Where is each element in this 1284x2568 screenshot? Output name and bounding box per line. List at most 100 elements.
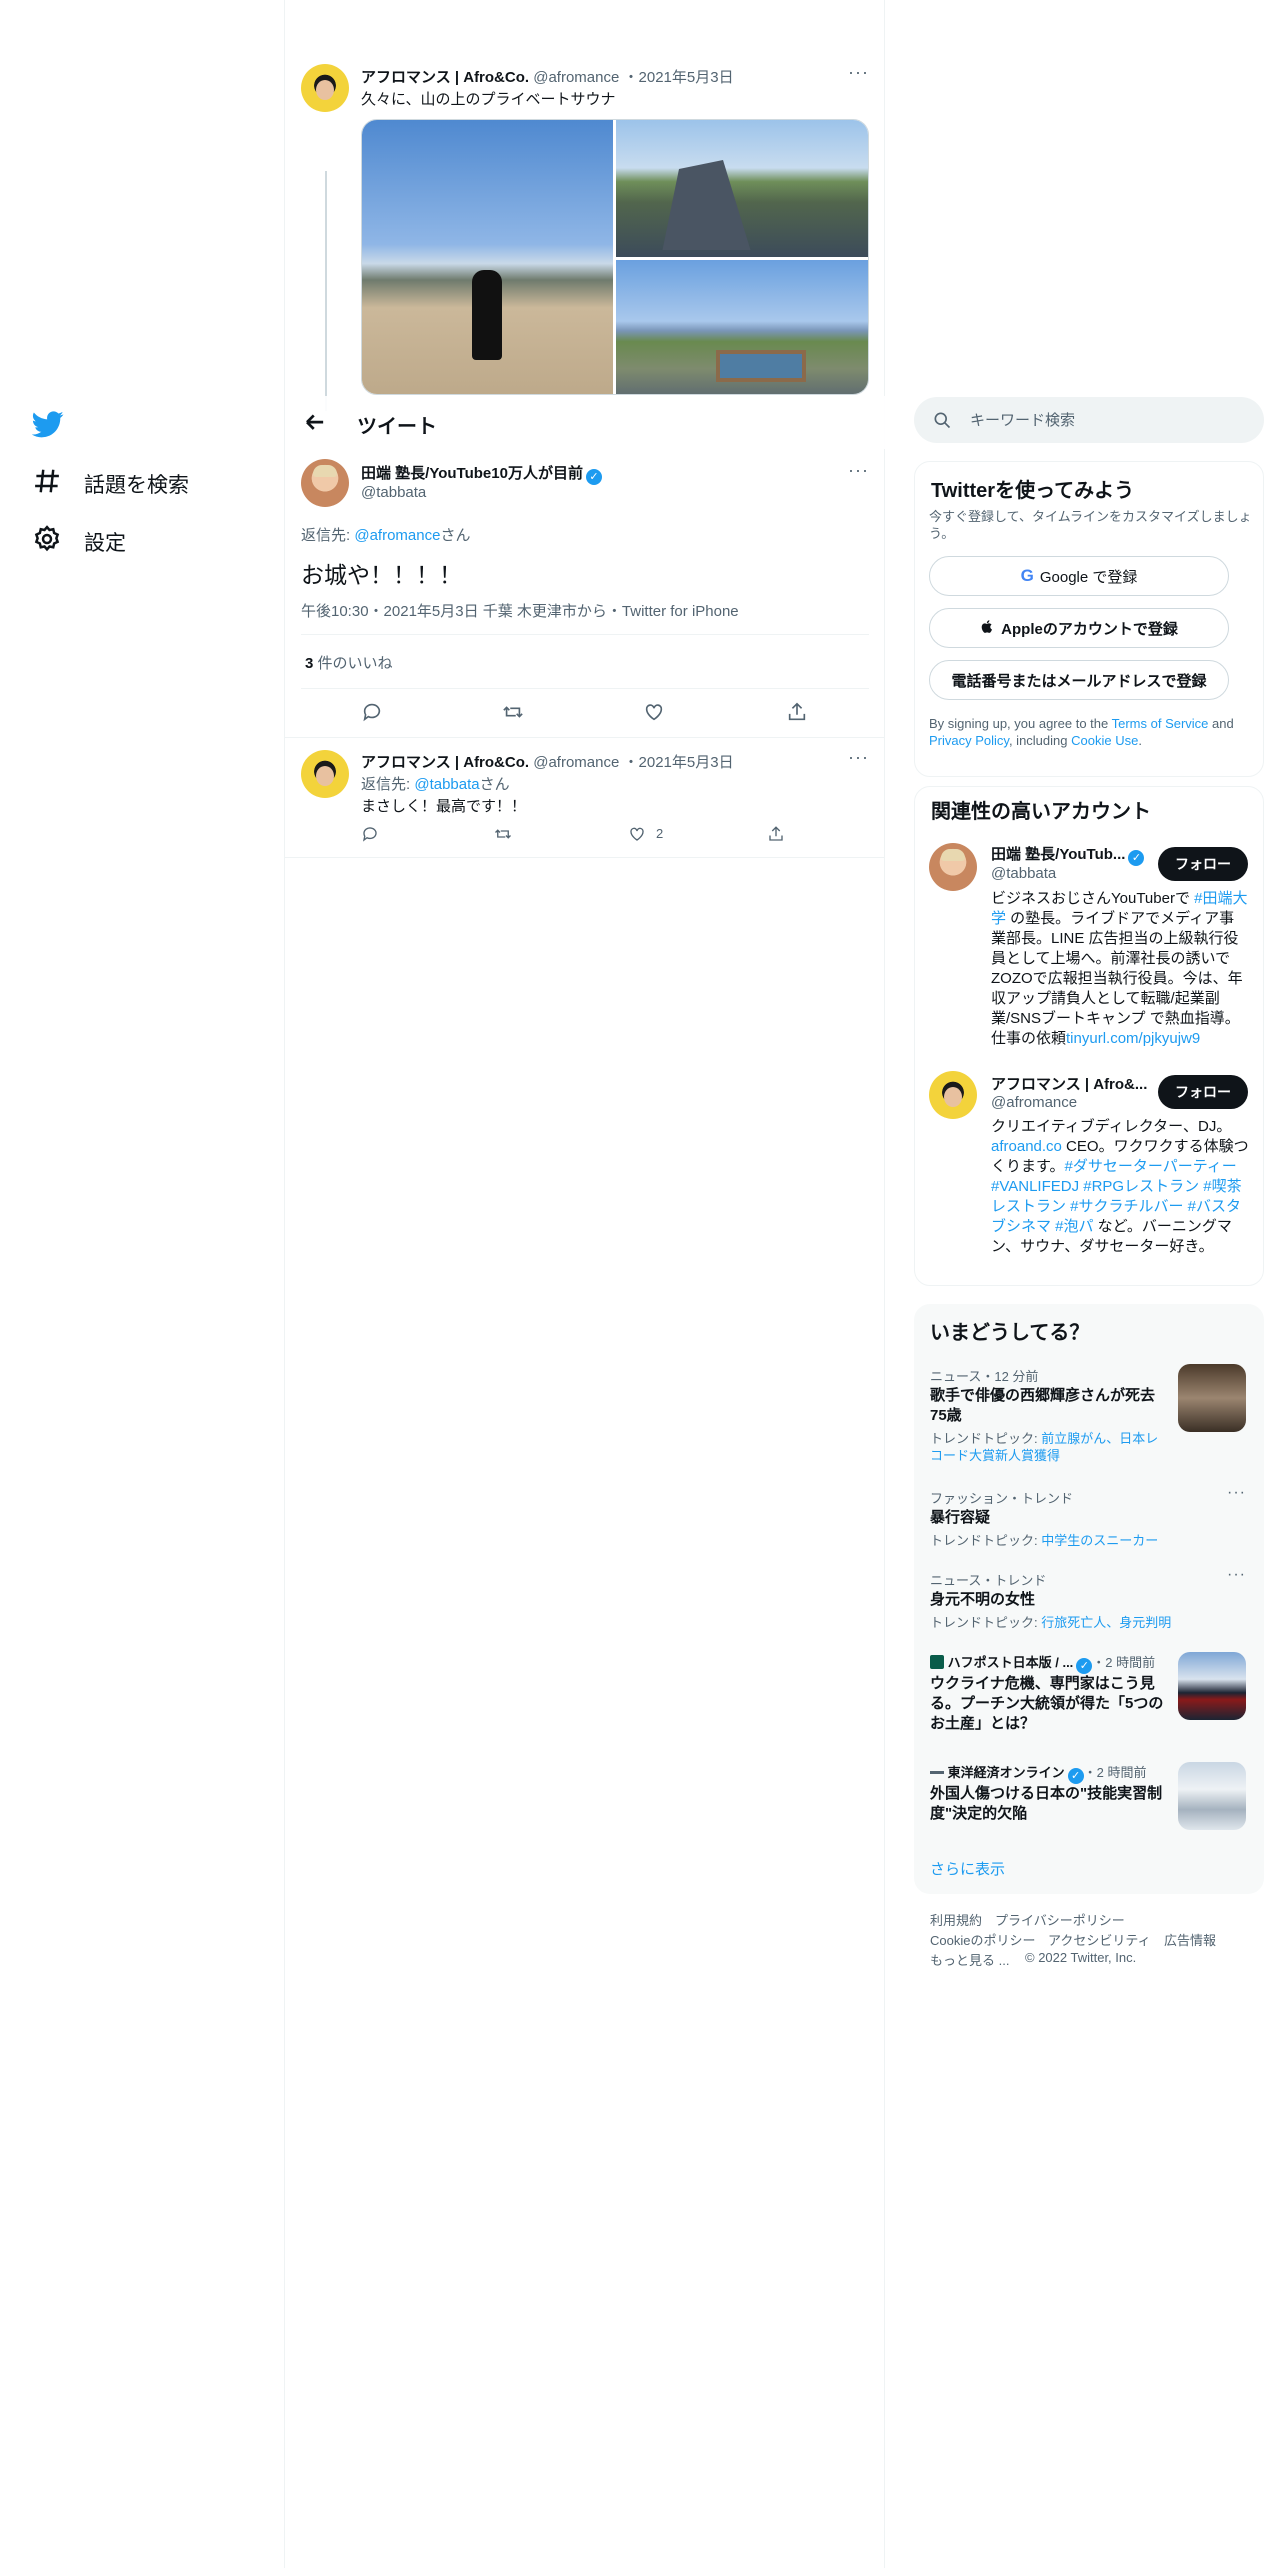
divider <box>301 688 869 689</box>
divider <box>285 737 885 738</box>
phone-email-signup-button[interactable]: 電話番号またはメールアドレスで登録 <box>929 660 1229 700</box>
follow-button[interactable]: フォロー <box>1158 1075 1248 1109</box>
share-icon[interactable] <box>767 825 785 843</box>
more-icon[interactable]: ··· <box>848 460 869 481</box>
trend-topics: トレンドトピック: 前立腺がん、日本レコード大賞新人賞獲得 <box>930 1431 1159 1463</box>
nav-settings[interactable]: 設定 <box>32 524 126 560</box>
nav-explore[interactable]: 話題を検索 <box>32 466 189 502</box>
author-handle[interactable]: @afromance <box>533 754 619 771</box>
reply-context: 返信先: @tabbataさん <box>361 776 510 793</box>
avatar[interactable] <box>301 750 349 798</box>
tweet-meta[interactable]: 午後10:30・2021年5月3日 千葉 木更津市から・Twitter for … <box>301 600 739 621</box>
google-signup-button[interactable]: G Google で登録 <box>929 556 1229 596</box>
author-name[interactable]: 田端 塾長/YouTube10万人が目前 <box>361 465 583 482</box>
follow-button[interactable]: フォロー <box>1158 847 1248 881</box>
avatar[interactable] <box>929 1071 977 1119</box>
huffpost-icon <box>930 1655 944 1669</box>
reply-context: 返信先: @afromanceさん <box>301 527 471 544</box>
search-icon <box>934 412 951 429</box>
share-icon[interactable] <box>786 701 808 723</box>
divider <box>285 857 885 858</box>
apple-icon <box>980 619 995 638</box>
left-nav: 話題を検索 設定 <box>0 0 285 2568</box>
media-image[interactable] <box>616 260 868 394</box>
author-handle[interactable]: @afromance <box>533 69 619 86</box>
footer-link[interactable]: 利用規約 <box>930 1910 982 1929</box>
trend-topics: トレンドトピック: 行旅死亡人、身元判明 <box>930 1615 1172 1630</box>
trend-meta: ファッション・トレンド <box>930 1491 1074 1506</box>
signup-subtitle: 今すぐ登録して、タイムラインをカスタマイズしましょう。 <box>929 509 1252 541</box>
author-handle[interactable]: @tabbata <box>361 484 426 501</box>
apple-signup-button[interactable]: Appleのアカウントで登録 <box>929 608 1229 648</box>
more-icon[interactable]: ··· <box>848 747 869 768</box>
avatar[interactable] <box>301 64 349 112</box>
more-icon[interactable]: ··· <box>1227 1566 1246 1584</box>
twitter-logo-icon[interactable] <box>31 408 64 440</box>
like-count: 2 <box>656 826 664 841</box>
trend-meta: ハフポスト日本版 / ... ✓ ・2 時間前 <box>930 1652 1155 1674</box>
verified-badge-icon: ✓ <box>1076 1658 1093 1674</box>
page-title: ツイート <box>357 416 437 438</box>
avatar[interactable] <box>929 843 977 891</box>
like-icon[interactable] <box>628 825 646 843</box>
reply-tweet-header: アフロマンス | Afro&Co. @afromance ・2021年5月3日 <box>361 754 734 771</box>
tweet-text: まさしく！最高です！！ <box>361 798 527 815</box>
trend-thumbnail[interactable] <box>1178 1652 1246 1720</box>
footer-link[interactable]: もっと見る ... <box>930 1950 1009 1969</box>
footer-link[interactable]: Cookieのポリシー <box>930 1930 1035 1949</box>
trend-name[interactable]: 身元不明の女性 <box>930 1590 1035 1610</box>
signup-title: Twitterを使ってみよう <box>931 480 1135 502</box>
like-icon[interactable] <box>643 701 665 723</box>
privacy-link[interactable]: Privacy Policy <box>929 733 1009 748</box>
signup-terms: By signing up, you agree to the Terms of… <box>929 716 1234 748</box>
tweet-media[interactable] <box>361 119 869 395</box>
reply-mention-link[interactable]: @afromance <box>354 527 440 544</box>
footer-link[interactable]: プライバシーポリシー <box>995 1910 1125 1929</box>
tweet-date[interactable]: 2021年5月3日 <box>639 69 734 86</box>
cookie-link[interactable]: Cookie Use <box>1071 733 1138 748</box>
bio-url-link[interactable]: afroand.co <box>991 1138 1062 1155</box>
terms-link[interactable]: Terms of Service <box>1112 716 1209 731</box>
signup-card: Twitterを使ってみよう 今すぐ登録して、タイムラインをカスタマイズしましょ… <box>914 461 1264 777</box>
gear-icon <box>32 524 62 560</box>
tweet-text: 久々に、山の上のプライベートサウナ <box>361 91 616 108</box>
media-image[interactable] <box>362 120 613 394</box>
trends-card: いまどうしてる？ ニュース・12 分前 歌手で俳優の西郷輝彦さんが死去 75歳 … <box>914 1304 1264 1894</box>
search-bar <box>914 397 1264 443</box>
author-name[interactable]: アフロマンス | Afro&Co. <box>361 754 529 771</box>
back-arrow-icon[interactable] <box>299 406 333 440</box>
more-icon[interactable]: ··· <box>848 62 869 83</box>
account-name[interactable]: アフロマンス | Afro&... <box>991 1073 1147 1094</box>
search-input[interactable] <box>970 405 1250 435</box>
verified-badge-icon: ✓ <box>1128 850 1145 866</box>
trend-name[interactable]: 暴行容疑 <box>930 1508 990 1528</box>
footer-link[interactable]: 広告情報 <box>1164 1930 1216 1949</box>
account-name[interactable]: 田端 塾長/YouTub... ✓ <box>991 843 1145 866</box>
trend-name[interactable]: ウクライナ危機、専門家はこう見る。プーチン大統領が得た「5つのお土産」とは？ <box>930 1674 1168 1734</box>
trend-name[interactable]: 外国人傷つける日本の"技能実習制度"決定的欠陥 <box>930 1784 1168 1824</box>
retweet-icon[interactable] <box>494 825 512 843</box>
author-name[interactable]: アフロマンス | Afro&Co. <box>361 69 529 86</box>
avatar[interactable] <box>301 459 349 507</box>
thread-line <box>325 171 327 411</box>
trend-thumbnail[interactable] <box>1178 1762 1246 1830</box>
account-handle[interactable]: @tabbata <box>991 865 1056 882</box>
trend-name[interactable]: 歌手で俳優の西郷輝彦さんが死去 75歳 <box>930 1386 1168 1426</box>
reply-icon[interactable] <box>361 701 383 723</box>
show-more-link[interactable]: さらに表示 <box>930 1858 1005 1879</box>
trend-thumbnail[interactable] <box>1178 1364 1246 1432</box>
retweet-icon[interactable] <box>502 701 524 723</box>
footer-link[interactable]: アクセシビリティ <box>1048 1930 1151 1949</box>
reply-icon[interactable] <box>361 825 379 843</box>
more-icon[interactable]: ··· <box>1227 1484 1246 1502</box>
bio-url-link[interactable]: tinyurl.com/pjkyujw9 <box>1066 1030 1200 1047</box>
account-handle[interactable]: @afromance <box>991 1094 1077 1111</box>
verified-badge-icon: ✓ <box>585 469 602 485</box>
reply-mention-link[interactable]: @tabbata <box>414 776 479 793</box>
trends-title: いまどうしてる？ <box>930 1322 1090 1344</box>
tweet-date[interactable]: 2021年5月3日 <box>639 754 734 771</box>
trend-meta: ニュース・12 分前 <box>930 1369 1039 1384</box>
likes-stat[interactable]: 3 件のいいね <box>305 652 393 673</box>
toyokeizai-icon <box>930 1771 944 1774</box>
media-image[interactable] <box>616 120 868 257</box>
